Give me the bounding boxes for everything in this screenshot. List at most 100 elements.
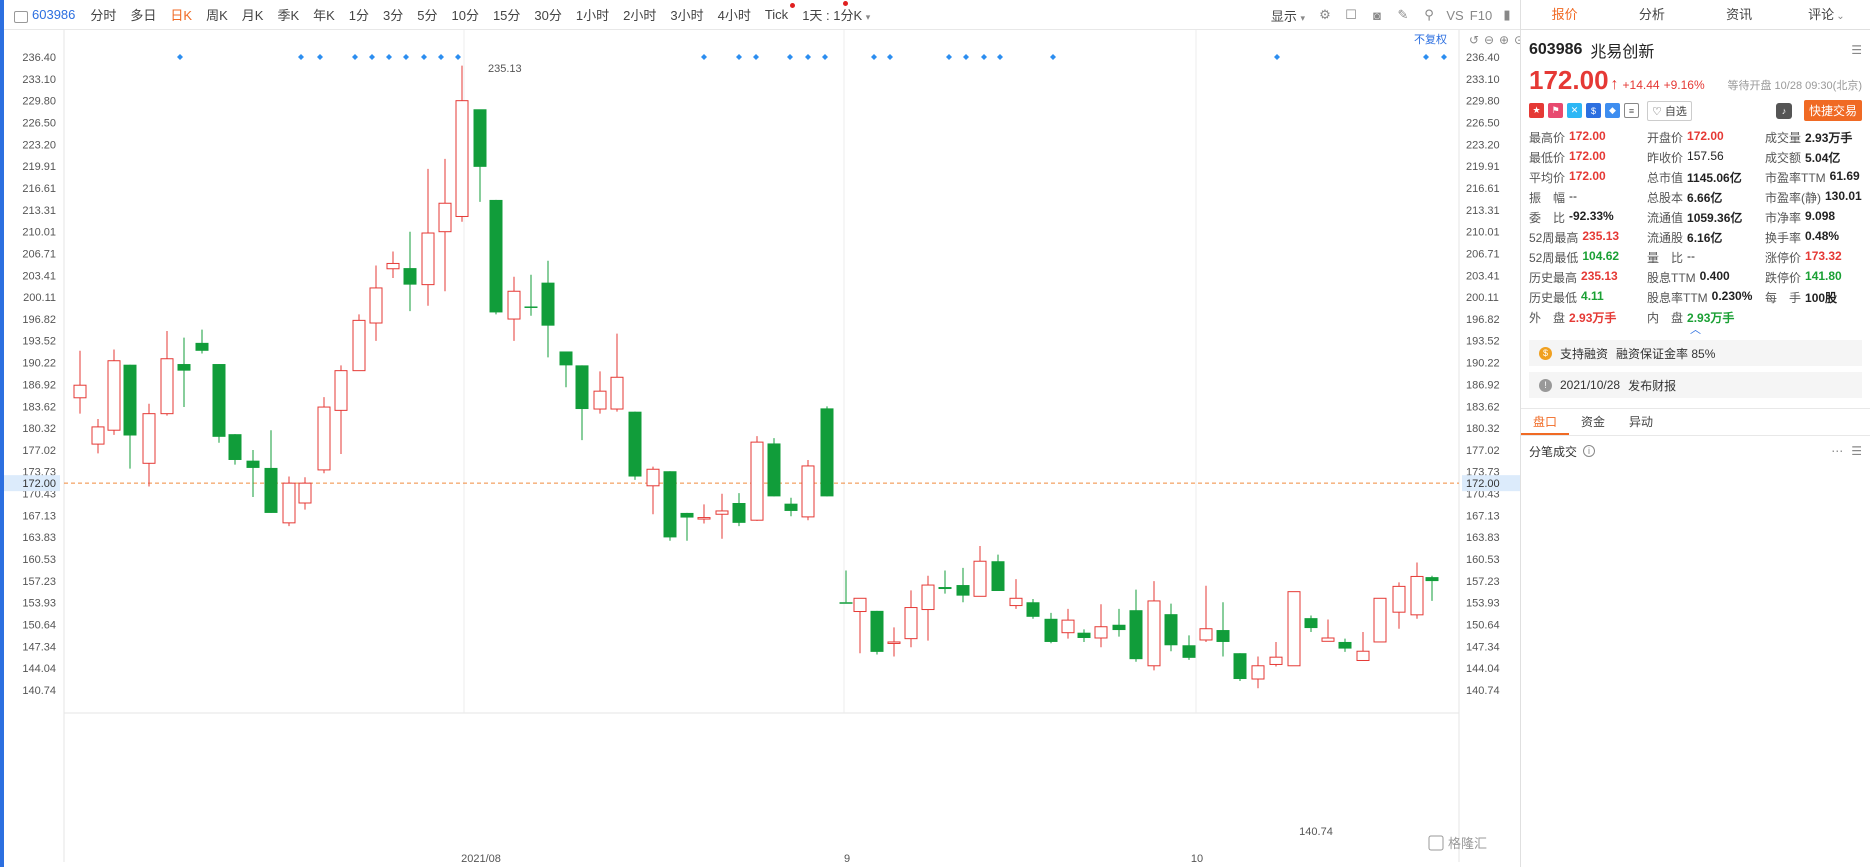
event-marker [317,54,323,60]
candle-body-up [352,319,366,372]
period-9[interactable]: 5分 [410,5,444,24]
period-12[interactable]: 30分 [527,5,568,24]
current-price-label-right: 172.00 [1466,478,1500,490]
candle-body-up [421,232,435,286]
period-1[interactable]: 多日 [123,5,163,24]
more-icon[interactable]: ⋯ [1831,444,1843,458]
notice-dot [843,1,849,6]
period-0[interactable]: 分时 [83,5,123,24]
tab-0[interactable]: 报价 [1521,0,1608,29]
y-tick-label-left: 213.31 [22,205,56,217]
stat-label: 最高价 [1529,131,1566,145]
y-tick-label-left: 219.91 [22,161,56,173]
period-11[interactable]: 15分 [486,5,527,24]
zoom-in-icon[interactable]: ⊕ [1499,33,1509,47]
last-price: 172.00 [1529,65,1609,95]
stat-cell: 昨收价 157.56 [1647,149,1765,166]
period-16[interactable]: 4小时 [711,5,758,24]
stat-label: 振 幅 [1529,191,1566,205]
y-tick-label-right: 219.91 [1466,161,1500,173]
period-10[interactable]: 10分 [444,5,485,24]
stat-value: 0.230% [1711,289,1753,303]
period-5[interactable]: 季K [270,5,306,24]
vs-button[interactable]: VS [1442,0,1468,30]
display-menu[interactable]: 显示 ▾ [1264,6,1312,25]
tab-1[interactable]: 分析 [1608,0,1695,29]
stat-value: 61.69 [1829,169,1860,183]
stat-label: 股息率TTM [1647,291,1708,305]
candle-body-up [455,100,469,217]
stat-label: 市盈率(静) [1765,191,1821,205]
subtab-1[interactable]: 资金 [1569,409,1617,435]
candle-body-down [956,585,970,596]
market-status: 等待开盘 10/28 09:30(北京) [1727,80,1863,92]
y-tick-label-right: 210.01 [1466,227,1500,239]
subtab-0[interactable]: 盘口 [1521,409,1570,435]
connect-icon[interactable]: ✕ [1567,103,1582,118]
chart-toolbar: 603986 分时 多日 日K 周K 月K 季K 年K 1分 3分 5分 10分 15分 30分 1小时 2… [4,0,1520,30]
stat-cell: 流通股 6.16亿 [1647,229,1765,246]
y-tick-label-right: 190.22 [1466,358,1500,370]
event-marker [946,54,952,60]
stat-cell: 市盈率(静) 130.01 [1765,189,1870,206]
tag-icon[interactable]: ◆ [1605,103,1620,118]
panel-menu-icon[interactable]: ☰ [1851,43,1862,57]
draw-pen-icon[interactable]: ✎ [1390,0,1416,30]
period-8[interactable]: 3分 [376,5,410,24]
stat-value: 1145.06亿 [1687,171,1742,185]
settings-icon[interactable]: ⚙ [1312,0,1338,30]
link-icon[interactable]: ⚲ [1416,0,1442,30]
candlestick-chart[interactable]: 236.40 236.40 233.10 233.10 229.80 229.80 226.… [4,30,1520,867]
dollar-icon[interactable]: $ [1586,103,1601,118]
subtab-2[interactable]: 异动 [1617,409,1665,435]
checkbox-icon[interactable]: ☐ [1338,0,1364,30]
stock-name: 兆易创新 [1590,44,1655,61]
candle-body-up [1373,597,1387,643]
stat-cell: 最高价 172.00 [1529,129,1647,146]
stock-header: 603986 兆易创新 ☰ 172.00 ↑ +14.44 +9.16% 等待开… [1521,30,1870,121]
chart-right-tools: 显示 ▾ ⚙ ☐ ◙ ✎ ⚲ VS F10 ▮ [1264,0,1520,30]
fuquan-toggle[interactable]: 不复权 [1414,32,1447,46]
period-14[interactable]: 2小时 [616,5,663,24]
period-7[interactable]: 1分 [342,5,376,24]
period-13[interactable]: 1小时 [569,5,616,24]
doc-icon[interactable]: ≡ [1624,103,1639,118]
tab-3[interactable]: 评论 ⌄ [1783,0,1870,29]
sidebar-toggle-icon[interactable]: ▮ [1494,0,1520,30]
list-icon[interactable]: ☰ [1851,444,1862,458]
period-2[interactable]: 日K [163,5,199,24]
event-marker [787,54,793,60]
zoom-out-icon[interactable]: ⊖ [1484,33,1494,47]
period-6[interactable]: 年K [306,5,342,24]
period-select[interactable]: 1天 : 1分K ▾ [795,1,877,24]
stat-cell [1765,309,1870,326]
stat-value: -- [1687,249,1696,263]
quick-trade-button[interactable]: 快捷交易 [1803,100,1862,121]
candle-body-up [386,262,400,270]
chevron-down-icon[interactable]: ⌄ [1836,11,1844,22]
add-favorite-button[interactable]: ♡ 自选 [1647,100,1692,121]
event-marker [421,54,427,60]
camera-icon[interactable]: ◙ [1364,0,1390,30]
candle-body-up [1147,600,1161,667]
event-marker [805,54,811,60]
collapse-chevron-icon[interactable]: ︿ [1521,325,1870,336]
tab-2[interactable]: 资讯 [1696,0,1783,29]
y-tick-label-left: 140.74 [22,685,56,697]
margin-info-row[interactable]: $ 支持融资 融资保证金率 85% [1529,340,1862,366]
stat-label: 市净率 [1765,211,1802,225]
info-icon[interactable]: i [1583,445,1596,457]
period-17[interactable]: Tick [758,3,796,22]
hot-icon[interactable]: ⚑ [1548,103,1563,118]
bell-icon[interactable]: ♪ [1775,102,1792,119]
stat-label: 涨停价 [1765,251,1802,265]
reset-icon[interactable]: ↺ [1469,33,1479,47]
f10-button[interactable]: F10 [1468,0,1494,30]
stat-value: 157.56 [1687,149,1724,163]
period-15[interactable]: 3小时 [663,5,710,24]
stock-code-tag[interactable]: 603986 [4,7,83,23]
y-tick-label-left: 153.93 [22,598,56,610]
report-info-row[interactable]: ! 2021/10/28 发布财报 [1529,372,1862,398]
period-3[interactable]: 周K [199,5,235,24]
period-4[interactable]: 月K [235,5,271,24]
